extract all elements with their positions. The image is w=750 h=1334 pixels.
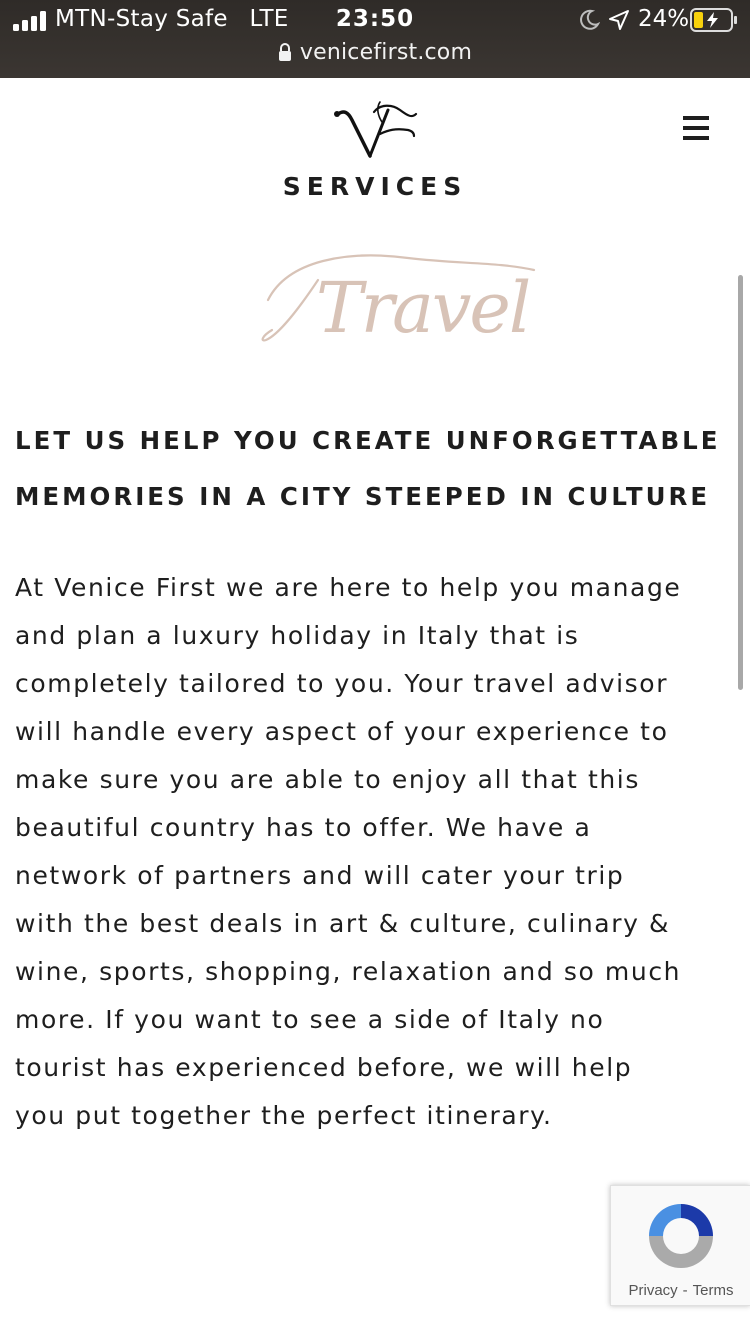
body-line: with the best deals in art & culture, cu… — [15, 909, 671, 938]
travel-script-heading: Travel — [261, 254, 536, 349]
body-line: completely tailored to you. Your travel … — [15, 669, 669, 698]
body-line: and plan a luxury holiday in Italy that … — [15, 621, 580, 650]
body-line: wine, sports, shopping, relaxation and s… — [15, 957, 682, 986]
battery-percent: 24% — [638, 6, 690, 32]
body-line: beautiful country has to offer. We have … — [15, 813, 592, 842]
recaptcha-links: Privacy - Terms — [611, 1282, 750, 1299]
address-bar[interactable]: venicefirst.com — [0, 40, 750, 70]
page-headline: LET US HELP YOU CREATE UNFORGETTABLE MEM… — [15, 413, 740, 525]
body-line: you put together the perfect itinerary. — [15, 1101, 553, 1130]
body-line: At Venice First we are here to help you … — [15, 573, 682, 602]
body-line: tourist has experienced before, we will … — [15, 1053, 633, 1082]
headline-line-2: MEMORIES IN A CITY STEEPED IN CULTURE — [15, 482, 711, 511]
hamburger-menu-icon[interactable] — [683, 116, 709, 140]
headline-line-1: LET US HELP YOU CREATE UNFORGETTABLE — [15, 426, 721, 455]
venice-first-logo[interactable] — [330, 100, 420, 162]
body-line: network of partners and will cater your … — [15, 861, 625, 890]
body-paragraph: At Venice First we are here to help you … — [15, 564, 740, 1140]
page-scrollbar[interactable] — [738, 275, 743, 690]
location-arrow-icon — [609, 10, 629, 30]
body-line: more. If you want to see a side of Italy… — [15, 1005, 605, 1034]
moon-icon — [580, 9, 600, 30]
script-title-text: Travel — [316, 267, 529, 349]
lock-icon — [278, 43, 291, 61]
recaptcha-separator: - — [682, 1282, 688, 1299]
recaptcha-badge[interactable]: Privacy - Terms — [610, 1185, 750, 1306]
status-bar: MTN-Stay Safe LTE 23:50 24% — [0, 0, 750, 40]
page-section-label: SERVICES — [282, 172, 468, 201]
body-line: make sure you are able to enjoy all that… — [15, 765, 640, 794]
recaptcha-privacy-link[interactable]: Privacy — [628, 1282, 677, 1299]
body-line: will handle every aspect of your experie… — [15, 717, 669, 746]
browser-top-bar: MTN-Stay Safe LTE 23:50 24% venicefirst.… — [0, 0, 750, 78]
battery-charging-icon — [690, 8, 737, 32]
recaptcha-terms-link[interactable]: Terms — [693, 1282, 734, 1299]
recaptcha-icon — [649, 1204, 713, 1268]
url-text: venicefirst.com — [299, 40, 473, 65]
